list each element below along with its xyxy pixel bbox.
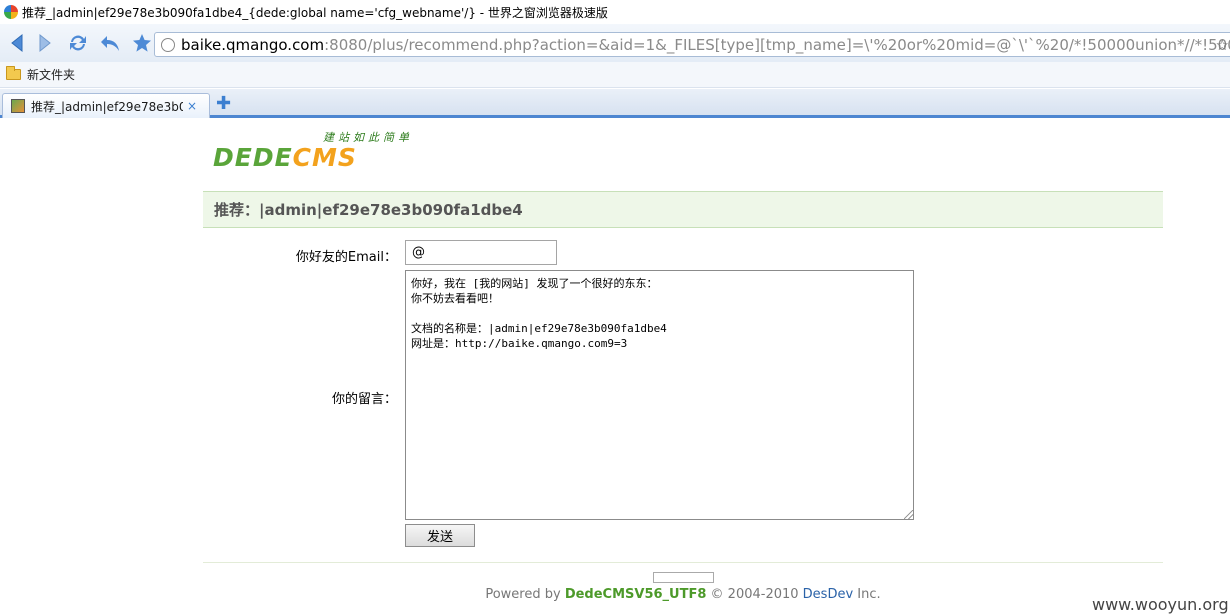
footer-brand-link[interactable]: DedeCMSV56_UTF8 — [565, 587, 707, 602]
address-host: baike.qmango.com — [181, 35, 325, 54]
page-content: 建站如此简单 DEDECMS 推荐：|admin|ef29e78e3b090fa… — [0, 121, 1230, 614]
email-label: 你好友的Email： — [295, 250, 397, 265]
message-line — [411, 306, 908, 321]
message-textarea[interactable]: 你好，我在 [我的网站] 发现了一个很好的东东： 你不妨去看看吧！ 文档的名称是… — [405, 270, 914, 520]
bookmarks-bar: 新文件夹 — [0, 62, 1230, 88]
bookmark-star-icon[interactable]: ☆ — [1216, 36, 1229, 54]
watermark: www.wooyun.org — [1092, 595, 1229, 614]
close-icon[interactable]: × — [187, 99, 197, 113]
address-bar[interactable]: baike.qmango.com:8080/plus/recommend.php… — [154, 32, 1230, 57]
undo-icon[interactable] — [98, 29, 122, 57]
footer-divider — [203, 562, 1163, 563]
dedecms-logo[interactable]: 建站如此简单 DEDECMS — [213, 129, 433, 173]
star-icon[interactable] — [130, 29, 154, 57]
email-field[interactable] — [405, 240, 557, 265]
page-info-icon — [161, 37, 175, 52]
logo-wordmark: DEDECMS — [213, 143, 357, 172]
new-tab-plus-icon[interactable]: ✚ — [216, 93, 231, 114]
bookmark-folder[interactable]: 新文件夹 — [27, 66, 75, 83]
message-label: 你的留言： — [331, 392, 397, 407]
message-line: 你不妨去看看吧！ — [411, 292, 499, 305]
message-line: 你好，我在 [我的网站] 发现了一个很好的东东： — [411, 277, 658, 290]
footer-company-link[interactable]: DesDev — [803, 587, 853, 602]
window-title-bar: 推荐_|admin|ef29e78e3b090fa1dbe4_{dede:glo… — [0, 0, 1230, 24]
page-title: 推荐：|admin|ef29e78e3b090fa1dbe4 — [203, 191, 1163, 228]
address-path: :8080/plus/recommend.php?action=&aid=1&_… — [324, 35, 1230, 54]
back-arrow-icon[interactable] — [6, 29, 30, 57]
refresh-icon[interactable] — [66, 29, 90, 57]
folder-icon — [6, 66, 21, 80]
tab-recommend[interactable]: 推荐_|admin|ef29e78e3b09 × — [2, 93, 210, 118]
tab-title: 推荐_|admin|ef29e78e3b09 — [31, 99, 183, 114]
send-button[interactable]: 发送 — [405, 524, 475, 547]
message-line: 文档的名称是：|admin|ef29e78e3b090fa1dbe4 — [411, 322, 667, 335]
resize-grip-icon[interactable] — [904, 510, 913, 519]
site-favicon-icon — [11, 99, 25, 113]
footer: Powered by DedeCMSV56_UTF8 © 2004-2010 D… — [485, 587, 881, 602]
message-line: 网址是：http://baike.qmango.com9=3 — [411, 337, 628, 350]
forward-arrow-icon[interactable] — [32, 29, 56, 57]
footer-placeholder-box — [653, 572, 714, 583]
tab-strip: 推荐_|admin|ef29e78e3b09 × — [0, 89, 1230, 118]
browser-logo-icon — [4, 5, 18, 19]
window-title: 推荐_|admin|ef29e78e3b090fa1dbe4_{dede:glo… — [22, 5, 608, 20]
